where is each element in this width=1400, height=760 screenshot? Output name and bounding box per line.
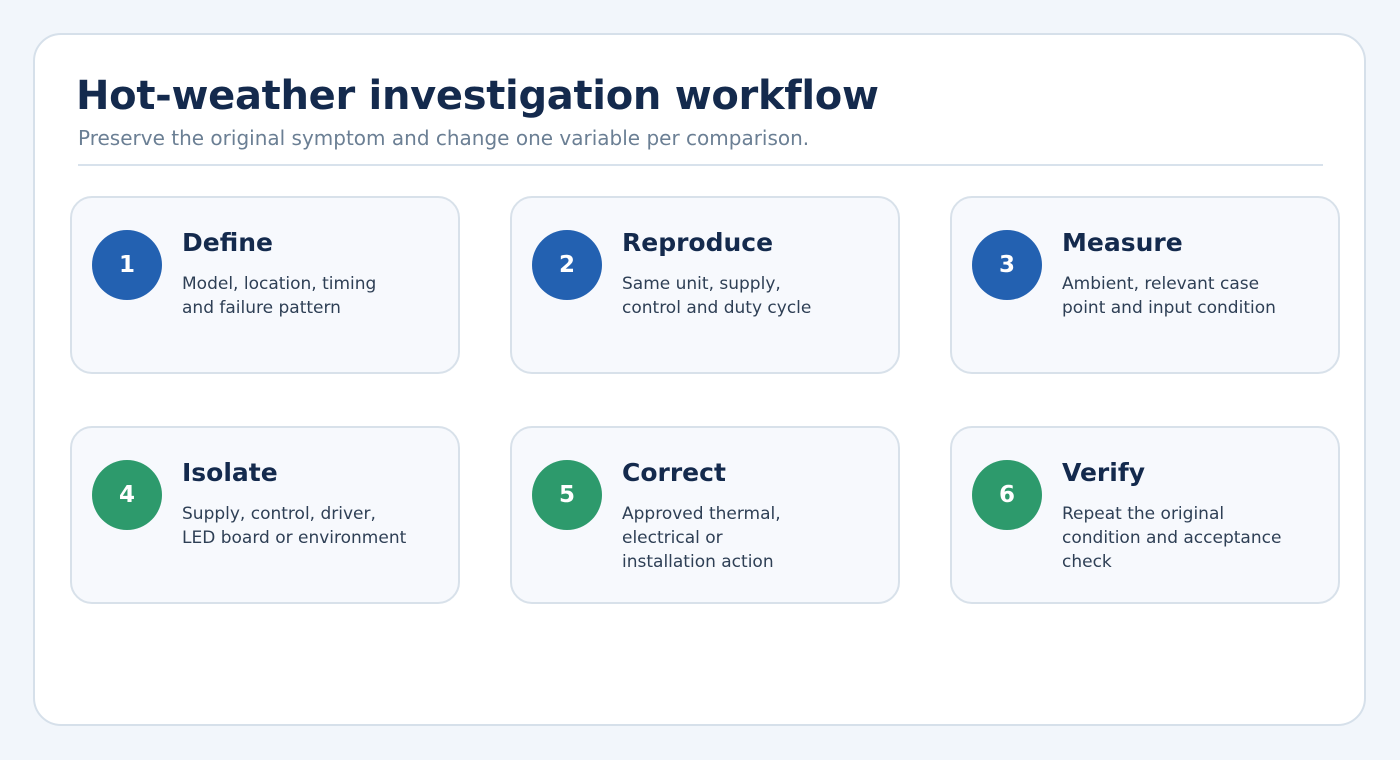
step-title: Correct xyxy=(622,458,726,487)
step-description: Approved thermal, electrical or installa… xyxy=(622,504,781,572)
step-description: Same unit, supply, control and duty cycl… xyxy=(622,274,812,318)
step-title: Verify xyxy=(1062,458,1146,487)
step-title: Measure xyxy=(1062,228,1183,257)
step-number-badge: 5 xyxy=(532,460,602,530)
step-card-correct: 5 Correct Approved thermal, electrical o… xyxy=(510,426,900,604)
step-card-define: 1 Define Model, location, timing and fai… xyxy=(70,196,460,374)
step-description: Ambient, relevant case point and input c… xyxy=(1062,274,1276,318)
page-subtitle: Preserve the original symptom and change… xyxy=(78,126,810,150)
step-title: Isolate xyxy=(182,458,278,487)
header-divider xyxy=(78,164,1323,166)
step-number-badge: 3 xyxy=(972,230,1042,300)
step-card-measure: 3 Measure Ambient, relevant case point a… xyxy=(950,196,1340,374)
step-description: Supply, control, driver, LED board or en… xyxy=(182,504,407,548)
step-card-reproduce: 2 Reproduce Same unit, supply, control a… xyxy=(510,196,900,374)
step-number-badge: 2 xyxy=(532,230,602,300)
step-title: Define xyxy=(182,228,273,257)
step-card-isolate: 4 Isolate Supply, control, driver, LED b… xyxy=(70,426,460,604)
step-number-badge: 1 xyxy=(92,230,162,300)
step-title: Reproduce xyxy=(622,228,774,257)
step-description: Model, location, timing and failure patt… xyxy=(182,274,377,318)
page-title: Hot-weather investigation workflow xyxy=(76,73,879,119)
step-card-verify: 6 Verify Repeat the original condition a… xyxy=(950,426,1340,604)
step-description: Repeat the original condition and accept… xyxy=(1062,504,1282,572)
step-number-badge: 6 xyxy=(972,460,1042,530)
step-number-badge: 4 xyxy=(92,460,162,530)
